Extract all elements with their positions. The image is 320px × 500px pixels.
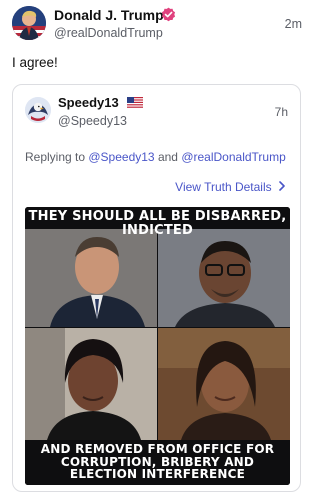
photo-woman-left — [25, 328, 157, 440]
replying-prefix: Replying to — [25, 150, 89, 164]
trump-avatar-icon — [12, 6, 46, 40]
post-text: I agree! — [12, 55, 58, 70]
caption-line: ELECTION INTERFERENCE — [69, 467, 246, 482]
quoted-author-avatar[interactable] — [25, 97, 51, 123]
author-handle[interactable]: @realDonaldTrump — [54, 26, 163, 40]
quoted-post-timestamp[interactable]: 7h — [275, 105, 288, 119]
caption-line: AND REMOVED FROM OFFICE FOR — [40, 441, 275, 456]
author-avatar[interactable] — [12, 6, 46, 40]
photo-man-suit — [25, 229, 157, 327]
post-header: Donald J. Trump @realDonaldTrump 2m — [12, 6, 302, 42]
photo-woman-right — [158, 328, 290, 440]
meme-image[interactable]: THEY SHOULD ALL BE DISBARRED, INDICTED A… — [25, 207, 290, 485]
replying-to-line: Replying to @Speedy13 and @realDonaldTru… — [25, 150, 286, 164]
quoted-author-handle[interactable]: @Speedy13 — [58, 114, 127, 128]
caption-line: INDICTED — [121, 222, 194, 238]
photo-man-glasses — [158, 229, 290, 327]
mention-link[interactable]: @Speedy13 — [88, 150, 154, 164]
post-timestamp[interactable]: 2m — [285, 17, 302, 31]
caption-line: THEY SHOULD ALL BE DISBARRED, — [28, 209, 287, 224]
quoted-author-name[interactable]: Speedy13 — [58, 95, 119, 110]
replying-conjunction: and — [154, 150, 182, 164]
verified-badge-icon — [161, 7, 176, 22]
author-name[interactable]: Donald J. Trump — [54, 7, 164, 23]
chevron-right-icon — [279, 181, 285, 191]
meme-caption-top: THEY SHOULD ALL BE DISBARRED, INDICTED — [25, 210, 290, 238]
quoted-post-card[interactable]: Speedy13 @Speedy13 7h Replying to @Speed… — [12, 84, 301, 492]
eagle-avatar-icon — [25, 97, 51, 123]
mention-link[interactable]: @realDonaldTrump — [181, 150, 285, 164]
view-details-label: View Truth Details — [175, 180, 272, 194]
us-flag-icon — [127, 97, 143, 108]
truth-post: Donald J. Trump @realDonaldTrump 2m I ag… — [0, 0, 313, 500]
meme-caption-bottom: AND REMOVED FROM OFFICE FOR CORRUPTION, … — [25, 443, 290, 481]
view-truth-details-link[interactable]: View Truth Details — [175, 180, 286, 194]
